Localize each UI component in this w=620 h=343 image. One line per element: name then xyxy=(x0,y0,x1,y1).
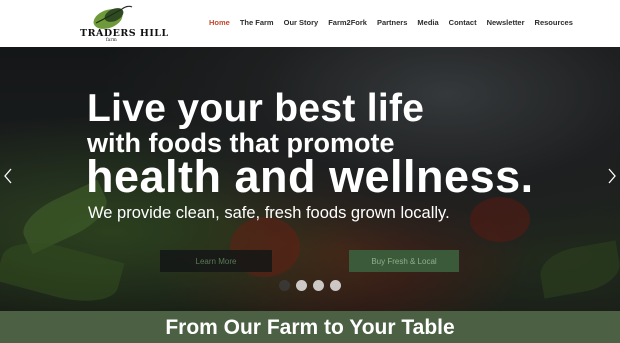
nav-item-the-farm[interactable]: The Farm xyxy=(240,18,274,27)
slide-indicators xyxy=(279,280,341,291)
nav-item-contact[interactable]: Contact xyxy=(449,18,477,27)
hero-slideshow: Live your best life with foods that prom… xyxy=(0,47,620,311)
buy-fresh-local-button[interactable]: Buy Fresh & Local xyxy=(349,250,459,272)
nav-item-home[interactable]: Home xyxy=(209,18,230,27)
chevron-right-icon[interactable] xyxy=(607,168,617,184)
slide-dot-1[interactable] xyxy=(279,280,290,291)
site-header: TRADERS HILL farm Home The Farm Our Stor… xyxy=(0,0,620,47)
section-title: From Our Farm to Your Table xyxy=(165,316,455,339)
section-band: From Our Farm to Your Table xyxy=(0,311,620,343)
nav-item-our-story[interactable]: Our Story xyxy=(284,18,319,27)
slide-dot-3[interactable] xyxy=(313,280,324,291)
nav-item-newsletter[interactable]: Newsletter xyxy=(487,18,525,27)
slide-dot-2[interactable] xyxy=(296,280,307,291)
nav-item-partners[interactable]: Partners xyxy=(377,18,407,27)
nav-item-media[interactable]: Media xyxy=(417,18,438,27)
main-nav: Home The Farm Our Story Farm2Fork Partne… xyxy=(209,18,583,27)
learn-more-button[interactable]: Learn More xyxy=(160,250,272,272)
nav-item-farm2fork[interactable]: Farm2Fork xyxy=(328,18,367,27)
hero-tagline: We provide clean, safe, fresh foods grow… xyxy=(88,204,450,222)
nav-item-resources[interactable]: Resources xyxy=(535,18,573,27)
brand-sub: farm xyxy=(106,38,117,43)
leaf-logo-icon xyxy=(93,5,133,29)
hero-heading-line1: Live your best life xyxy=(87,87,425,130)
slide-dot-4[interactable] xyxy=(330,280,341,291)
hero-heading-line3: health and wellness. xyxy=(86,151,534,202)
brand-name: TRADERS HILL xyxy=(80,28,169,39)
chevron-left-icon[interactable] xyxy=(3,168,13,184)
